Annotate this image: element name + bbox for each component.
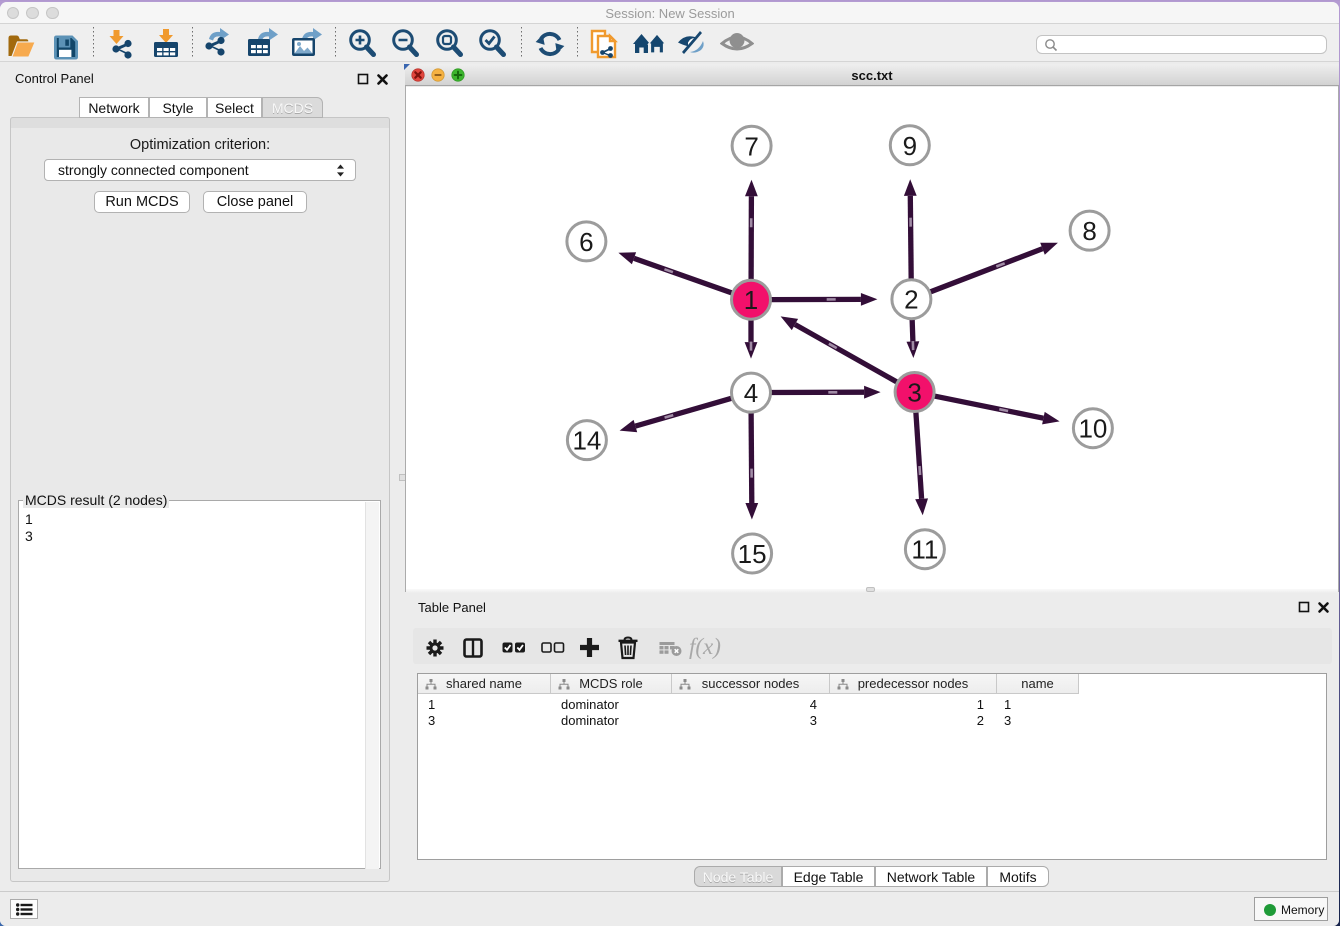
svg-text:9: 9	[903, 131, 917, 161]
svg-text:1: 1	[744, 285, 758, 315]
svg-text:7: 7	[744, 131, 758, 161]
svg-text:11: 11	[911, 535, 938, 565]
svg-text:15: 15	[738, 539, 767, 569]
svg-text:2: 2	[904, 285, 918, 315]
svg-text:14: 14	[572, 426, 601, 456]
svg-text:8: 8	[1082, 216, 1096, 246]
svg-text:3: 3	[907, 378, 921, 408]
svg-text:10: 10	[1078, 414, 1107, 444]
svg-text:6: 6	[579, 227, 593, 257]
svg-text:4: 4	[744, 378, 758, 408]
